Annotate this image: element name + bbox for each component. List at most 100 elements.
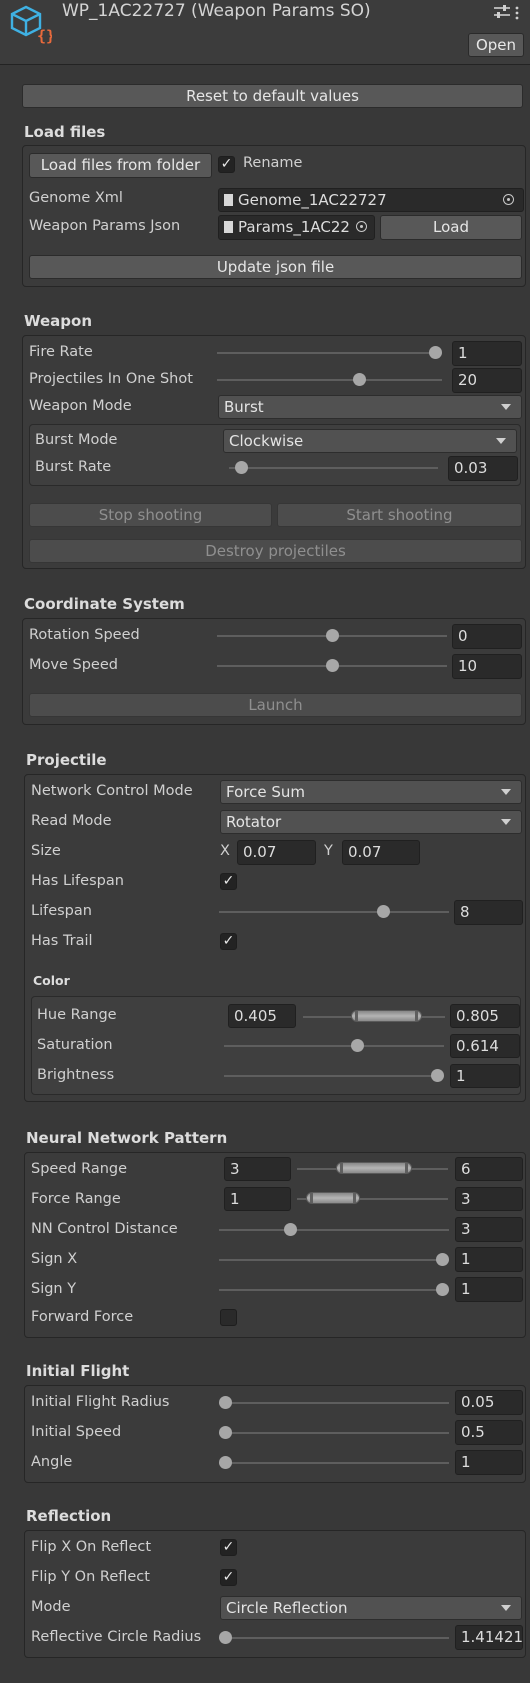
sign-y-label: Sign Y (31, 1281, 77, 1297)
force-range-handle[interactable] (306, 1192, 360, 1204)
sign-y-field[interactable]: 1 (455, 1277, 523, 1302)
saturation-slider-track[interactable] (224, 1045, 444, 1047)
has-lifespan-checkbox[interactable]: ✓ (220, 873, 237, 890)
destroy-projectiles-button[interactable]: Destroy projectiles (29, 539, 522, 563)
brightness-label: Brightness (37, 1067, 115, 1083)
rename-checkbox[interactable]: ✓ (218, 156, 235, 173)
genome-xml-field[interactable]: Genome_1AC22727 (218, 188, 524, 212)
speed-range-handle[interactable] (336, 1162, 412, 1174)
reflective-circle-radius-field[interactable]: 1.41421 (455, 1625, 523, 1650)
stop-shooting-button[interactable]: Stop shooting (29, 503, 272, 527)
angle-slider-thumb[interactable] (219, 1456, 232, 1469)
has-trail-checkbox[interactable]: ✓ (220, 933, 237, 950)
load-button[interactable]: Load (380, 215, 522, 240)
sign-x-field[interactable]: 1 (455, 1247, 523, 1272)
read-mode-dropdown[interactable]: Rotator (220, 810, 522, 834)
inspector-footer (0, 1671, 530, 1683)
size-x-label: X (220, 843, 230, 859)
brightness-field[interactable]: 1 (450, 1064, 520, 1088)
fire-rate-slider-thumb[interactable] (429, 346, 442, 359)
reset-defaults-button[interactable]: Reset to default values (22, 84, 523, 108)
sign-y-slider-thumb[interactable] (436, 1283, 449, 1296)
initial-speed-slider-track[interactable] (219, 1432, 449, 1434)
network-control-mode-dropdown[interactable]: Force Sum (220, 780, 522, 804)
hue-max-field[interactable]: 0.805 (450, 1004, 520, 1028)
chevron-down-icon (501, 789, 511, 795)
chevron-down-icon (501, 819, 511, 825)
burst-mode-value: Clockwise (229, 432, 304, 450)
size-label: Size (31, 843, 61, 859)
hue-range-label: Hue Range (37, 1007, 117, 1023)
initial-speed-field[interactable]: 0.5 (455, 1420, 523, 1445)
fire-rate-field[interactable]: 1 (452, 341, 522, 366)
reflection-mode-dropdown[interactable]: Circle Reflection (220, 1596, 522, 1620)
angle-field[interactable]: 1 (455, 1450, 523, 1475)
hue-range-handle[interactable] (351, 1010, 422, 1022)
projectiles-slider-track[interactable] (217, 379, 442, 381)
speed-max-field[interactable]: 6 (455, 1157, 523, 1181)
update-json-button[interactable]: Update json file (29, 255, 522, 279)
speed-min-field[interactable]: 3 (224, 1157, 291, 1181)
force-min-field[interactable]: 1 (224, 1187, 291, 1211)
weapon-params-json-field[interactable]: Params_1AC22 (218, 215, 375, 240)
chevron-down-icon (496, 438, 506, 444)
lifespan-slider-track[interactable] (219, 911, 449, 913)
chevron-down-icon (501, 1605, 511, 1611)
move-speed-slider-thumb[interactable] (325, 659, 339, 672)
flip-x-checkbox[interactable]: ✓ (220, 1539, 237, 1556)
more-options-icon[interactable] (514, 5, 520, 21)
saturation-field[interactable]: 0.614 (450, 1034, 520, 1058)
saturation-slider-thumb[interactable] (351, 1039, 365, 1052)
weapon-mode-dropdown[interactable]: Burst (218, 395, 522, 419)
burst-rate-slider-track[interactable] (229, 467, 438, 469)
burst-mode-dropdown[interactable]: Clockwise (223, 429, 517, 453)
initial-flight-radius-slider-thumb[interactable] (219, 1396, 232, 1409)
sign-y-slider-track[interactable] (219, 1289, 449, 1291)
size-x-field[interactable]: 0.07 (237, 840, 316, 865)
start-shooting-button[interactable]: Start shooting (277, 503, 522, 527)
svg-text:{}: {} (37, 27, 52, 44)
force-max-field[interactable]: 3 (455, 1187, 523, 1211)
size-y-field[interactable]: 0.07 (342, 840, 420, 865)
initial-flight-title: Initial Flight (26, 1362, 130, 1380)
burst-rate-field[interactable]: 0.03 (448, 456, 518, 481)
object-picker-icon[interactable] (356, 221, 367, 232)
launch-button[interactable]: Launch (29, 693, 522, 717)
hue-min-field[interactable]: 0.405 (228, 1004, 296, 1028)
weapon-mode-value: Burst (224, 398, 264, 416)
fire-rate-slider-track[interactable] (217, 352, 442, 354)
open-button[interactable]: Open (468, 33, 524, 57)
move-speed-field[interactable]: 10 (452, 654, 522, 679)
object-picker-icon[interactable] (503, 194, 514, 205)
sign-x-label: Sign X (31, 1251, 78, 1267)
sign-x-slider-thumb[interactable] (436, 1253, 449, 1266)
weapon-params-json-label: Weapon Params Json (29, 218, 181, 234)
brightness-slider-thumb[interactable] (431, 1069, 444, 1082)
network-control-mode-value: Force Sum (226, 783, 305, 801)
projectiles-slider-thumb[interactable] (352, 373, 366, 386)
initial-flight-radius-slider-track[interactable] (219, 1402, 449, 1404)
projectiles-field[interactable]: 20 (452, 368, 522, 393)
reflective-circle-radius-slider-track[interactable] (219, 1637, 449, 1639)
angle-slider-track[interactable] (219, 1462, 449, 1464)
nn-control-distance-label: NN Control Distance (31, 1221, 178, 1237)
rotation-speed-slider-thumb[interactable] (325, 629, 339, 642)
reflective-circle-radius-slider-thumb[interactable] (219, 1631, 232, 1644)
flip-y-checkbox[interactable]: ✓ (220, 1569, 237, 1586)
nn-control-distance-slider-track[interactable] (219, 1229, 449, 1231)
forward-force-checkbox[interactable] (220, 1309, 237, 1326)
initial-flight-radius-label: Initial Flight Radius (31, 1394, 170, 1410)
nn-control-distance-field[interactable]: 3 (455, 1217, 523, 1242)
lifespan-field[interactable]: 8 (454, 900, 523, 925)
initial-flight-radius-field[interactable]: 0.05 (455, 1390, 523, 1415)
burst-rate-slider-thumb[interactable] (234, 461, 248, 474)
initial-speed-slider-thumb[interactable] (219, 1426, 232, 1439)
color-title: Color (33, 973, 70, 988)
load-from-folder-button[interactable]: Load files from folder (29, 153, 212, 178)
brightness-slider-track[interactable] (224, 1075, 444, 1077)
nn-control-distance-slider-thumb[interactable] (284, 1223, 298, 1236)
sliders-icon[interactable] (493, 4, 511, 20)
rotation-speed-field[interactable]: 0 (452, 624, 522, 649)
network-control-mode-label: Network Control Mode (31, 783, 193, 799)
sign-x-slider-track[interactable] (219, 1259, 449, 1261)
